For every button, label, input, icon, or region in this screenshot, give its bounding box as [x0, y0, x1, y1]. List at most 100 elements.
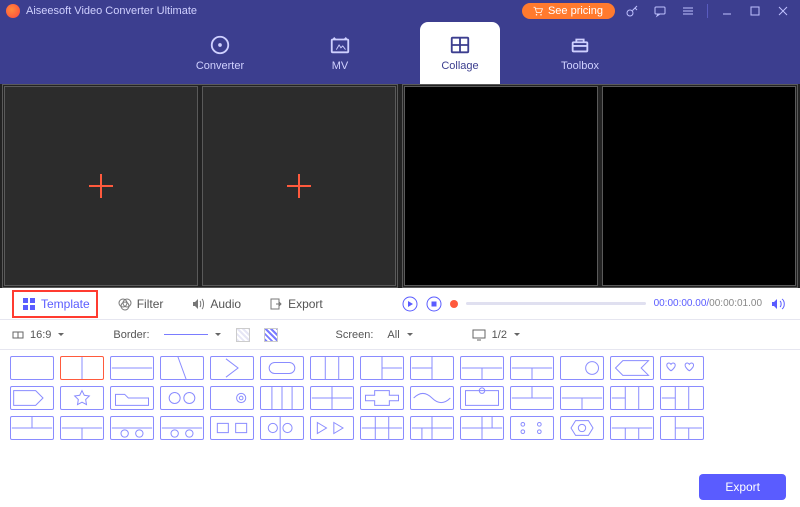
template-thumb[interactable]: [610, 416, 654, 440]
divider: [707, 4, 708, 18]
template-thumb[interactable]: [160, 386, 204, 410]
template-thumb[interactable]: [460, 356, 504, 380]
template-thumb[interactable]: [660, 356, 704, 380]
template-thumb[interactable]: [260, 416, 304, 440]
preview-slot-2: [602, 86, 796, 286]
see-pricing-label: See pricing: [548, 5, 603, 17]
titlebar: Aiseesoft Video Converter Ultimate See p…: [0, 0, 800, 22]
template-thumb[interactable]: [610, 356, 654, 380]
subtabs-row: Template Filter Audio Export 00:00:00.00…: [0, 288, 800, 320]
plus-icon: [89, 174, 113, 198]
nav-label: Collage: [441, 60, 478, 72]
nav-label: MV: [332, 60, 349, 72]
volume-button[interactable]: [770, 296, 786, 312]
template-thumb[interactable]: [360, 356, 404, 380]
collage-canvas: [2, 84, 398, 288]
nav-collage[interactable]: Collage: [420, 22, 500, 84]
subtab-audio[interactable]: Audio: [177, 288, 255, 320]
template-thumb[interactable]: [560, 386, 604, 410]
close-button[interactable]: [772, 0, 794, 22]
chevron-down-icon: [57, 331, 65, 339]
template-thumb[interactable]: [260, 356, 304, 380]
template-icon: [22, 297, 36, 311]
template-thumb[interactable]: [210, 356, 254, 380]
filter-icon: [118, 297, 132, 311]
template-thumb[interactable]: [10, 356, 54, 380]
chevron-down-icon: [406, 331, 414, 339]
template-thumb[interactable]: [510, 356, 554, 380]
see-pricing-button[interactable]: See pricing: [522, 3, 615, 19]
template-thumb[interactable]: [160, 416, 204, 440]
seek-track[interactable]: [466, 302, 646, 305]
template-thumb[interactable]: [310, 416, 354, 440]
template-thumb[interactable]: [10, 386, 54, 410]
template-thumb[interactable]: [560, 416, 604, 440]
template-thumb[interactable]: [510, 416, 554, 440]
template-thumb[interactable]: [510, 386, 554, 410]
cart-icon: [532, 5, 544, 17]
export-button[interactable]: Export: [699, 474, 786, 500]
template-thumb[interactable]: [260, 386, 304, 410]
chat-icon[interactable]: [649, 0, 671, 22]
options-row: 16:9 Border: Screen: All 1/2: [0, 320, 800, 350]
template-thumb[interactable]: [160, 356, 204, 380]
screen-select[interactable]: All: [387, 329, 413, 341]
template-thumb[interactable]: [210, 416, 254, 440]
template-thumb[interactable]: [460, 416, 504, 440]
time-duration: 00:00:01.00: [709, 298, 762, 309]
template-thumb[interactable]: [460, 386, 504, 410]
template-thumb[interactable]: [60, 416, 104, 440]
timecode: 00:00:00.00/00:00:01.00: [654, 298, 762, 309]
template-thumb[interactable]: [360, 416, 404, 440]
page-select[interactable]: 1/2: [472, 329, 521, 341]
playhead-dot[interactable]: [450, 300, 458, 308]
play-button[interactable]: [402, 296, 418, 312]
screen-label: Screen:: [336, 329, 374, 341]
template-thumb[interactable]: [660, 416, 704, 440]
template-thumb[interactable]: [110, 356, 154, 380]
aspect-value: 16:9: [30, 329, 51, 341]
template-thumb[interactable]: [110, 386, 154, 410]
subtab-label: Filter: [137, 297, 164, 311]
template-thumb[interactable]: [60, 356, 104, 380]
subtab-template[interactable]: Template: [8, 288, 104, 320]
template-thumb[interactable]: [610, 386, 654, 410]
border-pattern-1[interactable]: [236, 328, 250, 342]
maximize-button[interactable]: [744, 0, 766, 22]
template-thumb[interactable]: [560, 356, 604, 380]
nav-converter[interactable]: Converter: [180, 22, 260, 84]
template-thumb[interactable]: [410, 416, 454, 440]
collage-slot-1[interactable]: [4, 86, 198, 286]
collage-slot-2[interactable]: [202, 86, 396, 286]
screen-value: All: [387, 329, 399, 341]
border-style-select[interactable]: [164, 331, 222, 339]
template-thumb[interactable]: [410, 356, 454, 380]
plus-icon: [287, 174, 311, 198]
subtab-label: Export: [288, 297, 323, 311]
template-thumb[interactable]: [410, 386, 454, 410]
template-thumb[interactable]: [310, 356, 354, 380]
menu-icon[interactable]: [677, 0, 699, 22]
template-thumb[interactable]: [210, 386, 254, 410]
converter-icon: [209, 34, 231, 56]
template-thumb[interactable]: [660, 386, 704, 410]
nav-toolbox[interactable]: Toolbox: [540, 22, 620, 84]
aspect-ratio-select[interactable]: 16:9: [12, 329, 65, 341]
subtab-filter[interactable]: Filter: [104, 288, 178, 320]
template-thumb[interactable]: [110, 416, 154, 440]
app-logo: [6, 4, 20, 18]
templates-panel: [0, 350, 800, 467]
minimize-button[interactable]: [716, 0, 738, 22]
stop-button[interactable]: [426, 296, 442, 312]
template-thumb[interactable]: [360, 386, 404, 410]
subtab-export[interactable]: Export: [255, 288, 337, 320]
template-thumb[interactable]: [310, 386, 354, 410]
export-icon: [269, 297, 283, 311]
key-icon[interactable]: [621, 0, 643, 22]
main-nav: Converter MV Collage Toolbox: [0, 22, 800, 84]
template-thumb[interactable]: [60, 386, 104, 410]
app-title: Aiseesoft Video Converter Ultimate: [26, 5, 197, 17]
border-pattern-2[interactable]: [264, 328, 278, 342]
template-thumb[interactable]: [10, 416, 54, 440]
nav-mv[interactable]: MV: [300, 22, 380, 84]
